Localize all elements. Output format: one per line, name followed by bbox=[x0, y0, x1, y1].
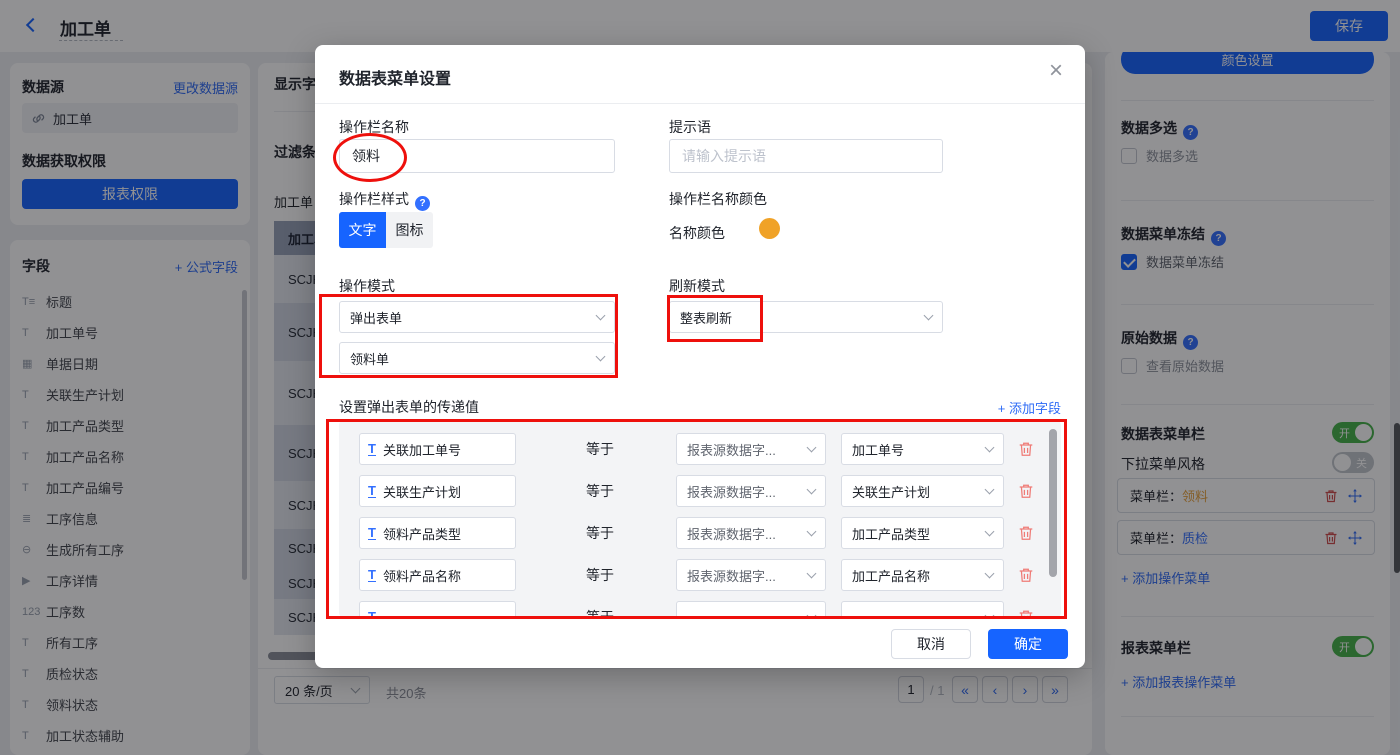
chevron-down-icon bbox=[806, 610, 817, 617]
transfer-field-box[interactable]: T 关联加工单号 bbox=[359, 433, 516, 465]
delete-row-icon[interactable] bbox=[1018, 567, 1034, 583]
chevron-down-icon bbox=[595, 351, 606, 361]
delete-row-icon[interactable] bbox=[1018, 483, 1034, 499]
source-field-value: 关联生产计划 bbox=[852, 484, 931, 500]
operator-label: 等于 bbox=[586, 567, 614, 583]
cancel-button[interactable]: 取消 bbox=[891, 629, 971, 659]
transfer-field-box[interactable]: T 领料产品名称 bbox=[359, 559, 516, 591]
name-color-section-label: 操作栏名称颜色 bbox=[669, 191, 767, 207]
text-field-icon: T bbox=[368, 610, 376, 617]
source-field-value: 加工产品类型 bbox=[852, 526, 931, 542]
refresh-mode-label: 刷新模式 bbox=[669, 278, 725, 294]
source-field-select[interactable]: 加工产品类型 bbox=[841, 517, 1004, 549]
source-type-value: 报表源数据字... bbox=[687, 568, 776, 584]
help-icon[interactable]: ? bbox=[415, 196, 430, 211]
style-option-icon[interactable]: 图标 bbox=[386, 212, 433, 248]
operator-label: 等于 bbox=[586, 609, 614, 617]
action-mode-select[interactable]: 弹出表单 bbox=[339, 301, 615, 333]
modal-header-divider bbox=[315, 103, 1085, 104]
style-option-text[interactable]: 文字 bbox=[339, 212, 386, 248]
operator-label: 等于 bbox=[586, 483, 614, 499]
table-menu-settings-modal: 数据表菜单设置 × 操作栏名称 领料 提示语 请输入提示语 操作栏样式? 文字 … bbox=[315, 45, 1085, 668]
transfer-value-row: T 关联生产计划 等于 报表源数据字... 关联生产计划 bbox=[359, 475, 1061, 507]
source-type-select[interactable]: 报表源数据字... bbox=[676, 433, 826, 465]
transfer-value-row: T 领料产品名称 等于 报表源数据字... 加工产品名称 bbox=[359, 559, 1061, 591]
target-form-value: 领料单 bbox=[350, 351, 390, 367]
transfer-field-label: 领料产品类型 bbox=[382, 526, 461, 542]
action-bar-style-label: 操作栏样式? bbox=[339, 189, 430, 211]
chevron-down-icon bbox=[806, 568, 817, 578]
delete-row-icon[interactable] bbox=[1018, 609, 1034, 617]
chevron-down-icon bbox=[806, 442, 817, 452]
confirm-button[interactable]: 确定 bbox=[988, 629, 1068, 659]
source-type-select[interactable] bbox=[676, 601, 826, 617]
source-field-value: 加工单号 bbox=[852, 442, 905, 458]
chevron-down-icon bbox=[923, 310, 934, 320]
source-type-select[interactable]: 报表源数据字... bbox=[676, 559, 826, 591]
name-color-label: 名称颜色 bbox=[669, 225, 725, 241]
transfer-field-box[interactable]: T 关联生产计划 bbox=[359, 475, 516, 507]
text-field-icon: T bbox=[368, 525, 376, 540]
text-field-icon: T bbox=[368, 441, 376, 456]
operator-label: 等于 bbox=[586, 441, 614, 457]
transfer-field-label: 关联加工单号 bbox=[382, 442, 461, 458]
chevron-down-icon bbox=[984, 610, 995, 617]
modal-title: 数据表菜单设置 bbox=[339, 71, 452, 88]
refresh-mode-select[interactable]: 整表刷新 bbox=[669, 301, 943, 333]
action-bar-name-value: 领料 bbox=[352, 148, 380, 164]
transfer-value-row: T 领料产品类型 等于 报表源数据字... 加工产品类型 bbox=[359, 517, 1061, 549]
refresh-mode-value: 整表刷新 bbox=[680, 310, 733, 326]
action-bar-name-label: 操作栏名称 bbox=[339, 119, 409, 135]
transfer-field-label: 关联生产计划 bbox=[382, 484, 461, 500]
operator-label: 等于 bbox=[586, 525, 614, 541]
transfer-values-list: T 关联加工单号 等于 报表源数据字... 加工单号 T 关联生产计划 等于 报… bbox=[339, 421, 1061, 617]
source-field-select[interactable] bbox=[841, 601, 1004, 617]
target-form-select[interactable]: 领料单 bbox=[339, 342, 615, 374]
add-field-link[interactable]: + 添加字段 bbox=[998, 398, 1061, 417]
style-segmented-control: 文字 图标 bbox=[339, 212, 433, 248]
action-mode-label: 操作模式 bbox=[339, 278, 395, 294]
action-mode-value: 弹出表单 bbox=[350, 310, 403, 326]
chevron-down-icon bbox=[984, 442, 995, 452]
source-field-value: 加工产品名称 bbox=[852, 568, 931, 584]
chevron-down-icon bbox=[984, 484, 995, 494]
source-field-select[interactable]: 关联生产计划 bbox=[841, 475, 1004, 507]
close-icon[interactable]: × bbox=[1049, 57, 1063, 85]
chevron-down-icon bbox=[984, 568, 995, 578]
hint-placeholder: 请输入提示语 bbox=[682, 148, 766, 164]
action-bar-name-input[interactable]: 领料 bbox=[339, 139, 615, 173]
text-field-icon: T bbox=[368, 483, 376, 498]
chevron-down-icon bbox=[806, 484, 817, 494]
source-field-select[interactable]: 加工单号 bbox=[841, 433, 1004, 465]
transfer-value-row: T 等于 bbox=[359, 601, 1061, 617]
delete-row-icon[interactable] bbox=[1018, 441, 1034, 457]
source-type-select[interactable]: 报表源数据字... bbox=[676, 517, 826, 549]
text-field-icon: T bbox=[368, 567, 376, 582]
source-type-select[interactable]: 报表源数据字... bbox=[676, 475, 826, 507]
transfer-value-row: T 关联加工单号 等于 报表源数据字... 加工单号 bbox=[359, 433, 1061, 465]
source-type-value: 报表源数据字... bbox=[687, 442, 776, 458]
chevron-down-icon bbox=[984, 526, 995, 536]
transfer-field-box[interactable]: T bbox=[359, 601, 516, 617]
source-type-value: 报表源数据字... bbox=[687, 484, 776, 500]
delete-row-icon[interactable] bbox=[1018, 525, 1034, 541]
source-field-select[interactable]: 加工产品名称 bbox=[841, 559, 1004, 591]
chevron-down-icon bbox=[806, 526, 817, 536]
chevron-down-icon bbox=[595, 310, 606, 320]
source-type-value: 报表源数据字... bbox=[687, 526, 776, 542]
transfer-field-label: 领料产品名称 bbox=[382, 568, 461, 584]
transfer-list-scrollbar[interactable] bbox=[1049, 429, 1057, 577]
transfer-field-box[interactable]: T 领料产品类型 bbox=[359, 517, 516, 549]
hint-label: 提示语 bbox=[669, 119, 711, 135]
app-window: 加工单 保存 数据源 更改数据源 加工单 数据获取权限 报表权限 字段 + 公式… bbox=[0, 0, 1400, 755]
hint-input[interactable]: 请输入提示语 bbox=[669, 139, 943, 173]
transfer-values-label: 设置弹出表单的传递值 bbox=[339, 399, 479, 415]
name-color-swatch[interactable] bbox=[759, 218, 780, 239]
